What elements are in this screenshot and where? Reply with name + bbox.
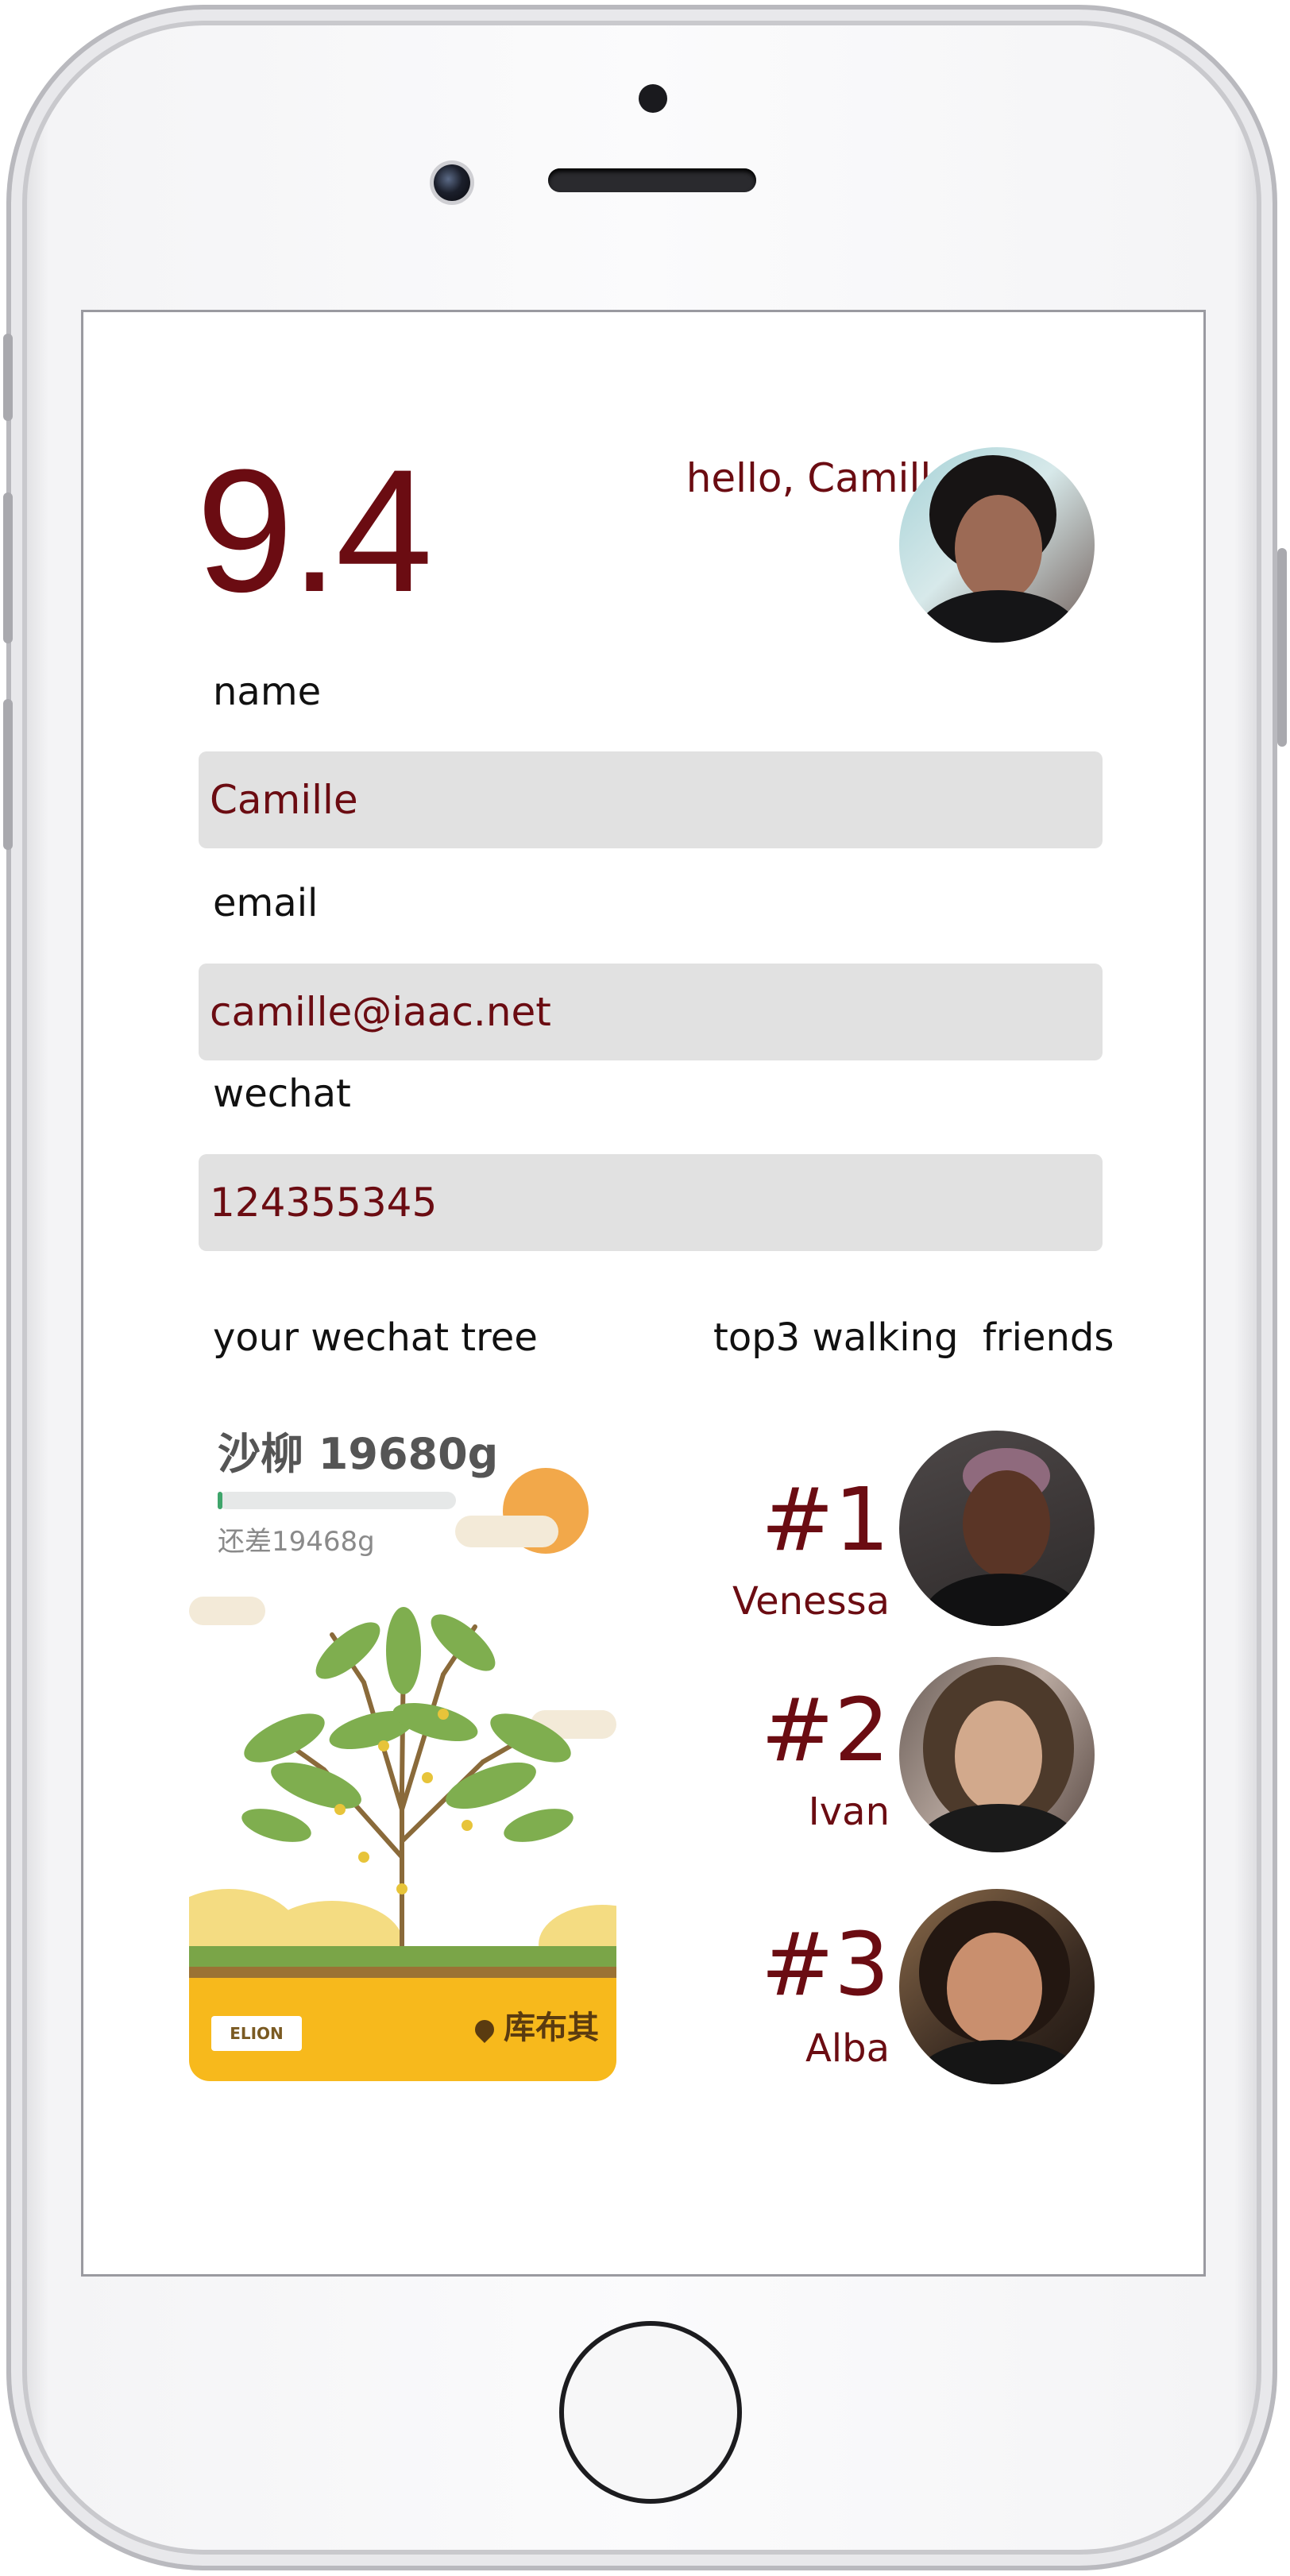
friend-rank-2: #2 [760,1679,890,1781]
location-pin-icon [471,2016,498,2043]
volume-up-button[interactable] [3,492,13,643]
power-button[interactable] [1277,548,1287,747]
friend-rank-3: #3 [760,1914,890,2015]
front-camera-icon [434,164,470,201]
ground-soil [189,1967,616,1978]
wechat-label: wechat [213,1072,351,1116]
app-screen: 9.4 hello, Camille name email wechat you… [81,310,1206,2277]
wechat-tree-card[interactable]: 沙柳 19680g 还差19468g ELION 库布其 [189,1412,616,2081]
friend-name-2: Ivan [808,1790,890,1834]
top-friends-title: top3 walking friends [713,1315,1114,1360]
friend-avatar-2[interactable] [899,1657,1095,1852]
friend-avatar-1[interactable] [899,1431,1095,1626]
name-label: name [213,670,322,714]
email-label: email [213,881,319,925]
earpiece-speaker [548,168,756,192]
email-field[interactable] [199,964,1103,1060]
wechat-field[interactable] [199,1154,1103,1251]
user-avatar[interactable] [899,447,1095,643]
home-button[interactable] [559,2321,742,2504]
name-field[interactable] [199,751,1103,848]
friend-avatar-3[interactable] [899,1889,1095,2084]
tree-location-label: 库布其 [504,2010,599,2046]
proximity-sensor [639,84,667,113]
wechat-tree-title: your wechat tree [213,1315,538,1360]
elion-logo: ELION [211,2016,302,2051]
friend-rank-1: #1 [760,1469,890,1570]
friend-name-1: Venessa [732,1579,890,1624]
friend-name-3: Alba [805,2026,890,2071]
ground-grass [189,1946,616,1967]
volume-down-button[interactable] [3,699,13,850]
mute-switch[interactable] [3,334,13,421]
walking-score: 9.4 [196,433,433,628]
tree-location: 库布其 [471,2002,599,2048]
